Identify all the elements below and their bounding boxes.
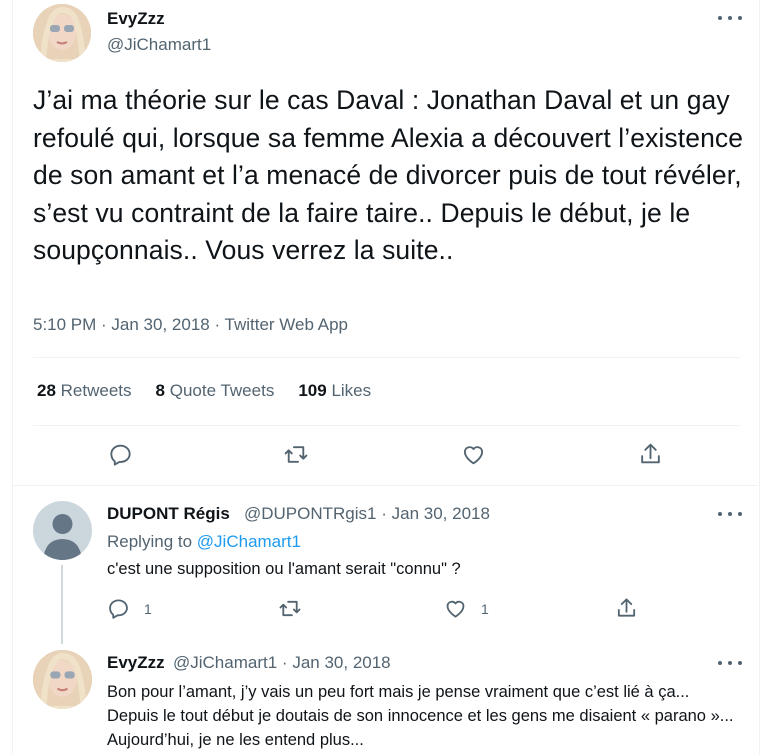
like-count: 1: [481, 601, 489, 617]
reply-author-avatar[interactable]: [33, 501, 92, 560]
divider: [33, 425, 740, 426]
replying-to: Replying to @JiChamart1: [107, 532, 301, 551]
tweet-timestamp[interactable]: 5:10 PM · Jan 30, 2018 · Twitter Web App: [33, 315, 348, 335]
retweet-icon[interactable]: [283, 442, 309, 467]
reply-author-handle: @JiChamart1 · Jan 30, 2018: [173, 653, 391, 672]
tweet-text: J’ai ma théorie sur le cas Daval : Jonat…: [33, 85, 744, 265]
reply-text: Bon pour l’amant, j’y vais un peu fort m…: [107, 683, 734, 749]
reply-count: 1: [144, 601, 152, 617]
more-options-icon[interactable]: [718, 14, 742, 22]
more-options-icon[interactable]: [718, 510, 742, 518]
reply-icon[interactable]: [107, 597, 130, 620]
thread-connector-line: [61, 565, 63, 644]
author-handle[interactable]: @JiChamart1: [107, 35, 211, 55]
reply-icon[interactable]: [108, 442, 133, 467]
reply-author-avatar[interactable]: [33, 650, 92, 709]
author-name[interactable]: EvyZzz: [107, 9, 165, 29]
divider: [33, 357, 740, 358]
reply-date[interactable]: Jan 30, 2018: [292, 653, 390, 672]
reply-author-name[interactable]: DUPONT Régis: [107, 504, 230, 524]
reply-date[interactable]: Jan 30, 2018: [392, 504, 490, 523]
reply-author-name[interactable]: EvyZzz: [107, 653, 165, 673]
retweets-stat[interactable]: 28 Retweets: [37, 381, 132, 401]
author-avatar[interactable]: [33, 4, 91, 62]
reply-author-handle: @DUPONTRgis1 · Jan 30, 2018: [244, 504, 490, 523]
share-icon[interactable]: [615, 596, 638, 620]
divider: [13, 485, 758, 486]
retweet-icon[interactable]: [278, 597, 302, 620]
like-icon[interactable]: [461, 442, 486, 467]
reply-text: c'est une supposition ou l'amant serait …: [107, 560, 461, 578]
replying-to-handle[interactable]: @JiChamart1: [197, 532, 301, 551]
like-icon[interactable]: [444, 597, 467, 620]
likes-stat[interactable]: 109 Likes: [298, 381, 371, 401]
share-icon[interactable]: [638, 441, 663, 467]
more-options-icon[interactable]: [718, 659, 742, 667]
quote-tweets-stat[interactable]: 8 Quote Tweets: [156, 381, 275, 401]
tweet-stats: 28 Retweets 8 Quote Tweets 109 Likes: [37, 381, 395, 401]
